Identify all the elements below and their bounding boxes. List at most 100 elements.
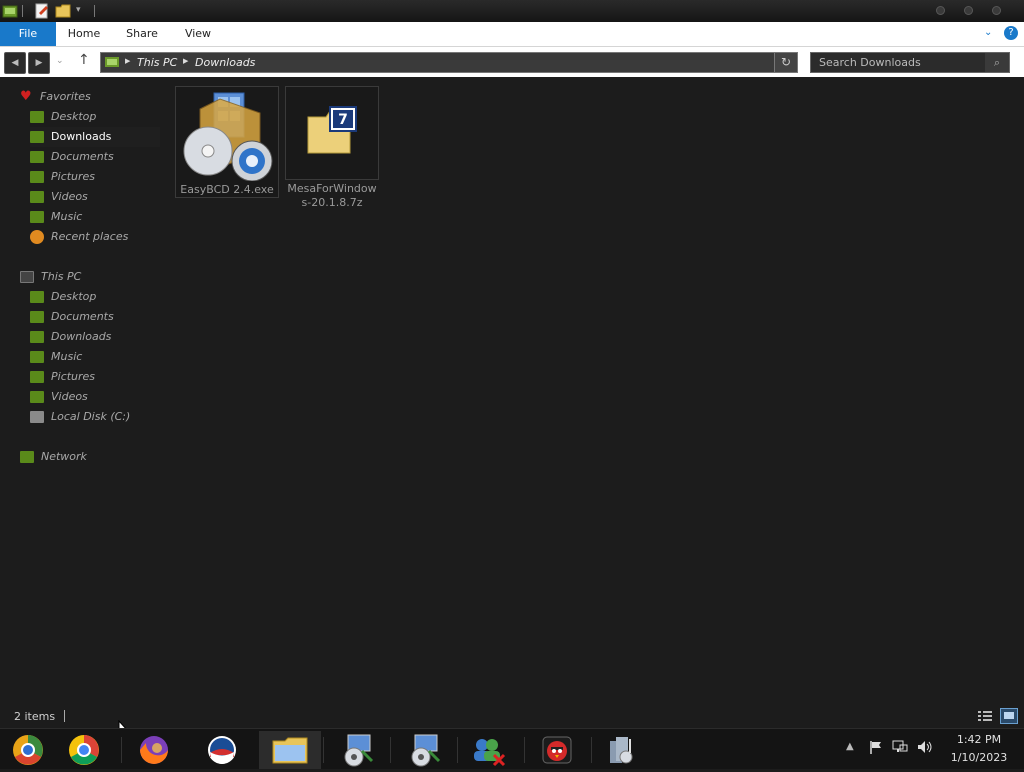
taskbar-angry-birds[interactable] (527, 731, 589, 769)
action-center-flag-icon[interactable] (868, 739, 884, 755)
sidebar-item-music[interactable]: Music (30, 207, 160, 227)
taskbar-obama-logo[interactable] (192, 731, 254, 769)
refresh-button[interactable]: ↻ (774, 52, 798, 73)
tab-home[interactable]: Home (58, 22, 110, 46)
customize-qat-icon[interactable]: ▾ (76, 5, 86, 17)
explorer-app-icon[interactable] (2, 3, 18, 19)
file-name: EasyBCD 2.4.exe (180, 183, 274, 196)
nav-this-pc[interactable]: This PC (20, 267, 160, 287)
taskbar-chrome-canary[interactable] (0, 731, 62, 769)
network-status-icon[interactable] (892, 739, 908, 755)
nav-favorites-label: Favorites (40, 90, 91, 103)
title-bar: ▾ (0, 0, 1024, 22)
large-icons-view-icon[interactable] (1000, 708, 1018, 724)
navigation-pane: ♥ Favorites Desktop Downloads Documents … (0, 86, 160, 476)
sidebar-item-documents[interactable]: Documents (30, 147, 160, 167)
sidebar-item-local-disk[interactable]: Local Disk (C:) (30, 407, 160, 427)
sidebar-item-videos[interactable]: Videos (30, 187, 160, 207)
documents-icon (30, 311, 44, 323)
downloads-icon (30, 331, 44, 343)
sidebar-item-pc-documents[interactable]: Documents (30, 307, 160, 327)
details-view-icon[interactable] (978, 710, 992, 722)
taskbar-installer-2[interactable] (393, 731, 455, 769)
archive-7z-icon: 7 (306, 105, 362, 157)
new-folder-icon[interactable] (55, 3, 71, 19)
taskbar-installer-1[interactable] (326, 731, 388, 769)
volume-icon[interactable] (916, 739, 934, 755)
nav-favorites[interactable]: ♥ Favorites (20, 87, 160, 107)
nav-network[interactable]: Network (20, 447, 160, 467)
up-button[interactable]: ↑ (78, 52, 94, 70)
properties-icon[interactable] (34, 3, 50, 19)
status-bar: 2 items (0, 706, 1024, 728)
tab-view[interactable]: View (172, 22, 224, 46)
drive-icon (30, 411, 44, 423)
file-name-line1: MesaForWindow (287, 182, 377, 195)
taskbar-chrome[interactable] (56, 731, 118, 769)
sidebar-item-desktop[interactable]: Desktop (30, 107, 160, 127)
sidebar-item-label: Recent places (51, 230, 129, 243)
taskbar-firefox[interactable] (126, 731, 188, 769)
sidebar-item-label: Desktop (51, 290, 97, 303)
documents-icon (30, 151, 44, 163)
taskbar-media-tool[interactable] (594, 731, 656, 769)
this-pc-icon (105, 56, 119, 68)
taskbar-divider (323, 737, 324, 763)
item-count: 2 items (14, 710, 56, 723)
tab-file[interactable]: File (0, 22, 56, 46)
sidebar-item-pictures[interactable]: Pictures (30, 167, 160, 187)
sidebar-item-pc-desktop[interactable]: Desktop (30, 287, 160, 307)
help-icon[interactable]: ? (1004, 26, 1018, 40)
taskbar-divider (457, 737, 458, 763)
close-button[interactable] (992, 6, 1001, 15)
network-icon (20, 451, 34, 463)
search-placeholder: Search Downloads (819, 56, 921, 69)
qat-separator (94, 5, 95, 17)
file-item-mesa[interactable]: 7 (285, 86, 379, 180)
desktop-icon (30, 291, 44, 303)
address-bar[interactable]: ▶ This PC ▶ Downloads (100, 52, 798, 73)
search-box[interactable]: Search Downloads ⌕ (810, 52, 1010, 73)
sidebar-item-recent-places[interactable]: Recent places (30, 227, 160, 247)
expand-ribbon-icon[interactable]: ⌄ (984, 27, 996, 39)
sidebar-item-label: Downloads (51, 330, 112, 343)
taskbar-divider (390, 737, 391, 763)
recent-locations-icon[interactable]: ⌄ (56, 56, 68, 68)
taskbar-divider (121, 737, 122, 763)
file-item-easybcd[interactable]: EasyBCD 2.4.exe (175, 86, 279, 198)
address-row: ◀ ▶ ⌄ ↑ ▶ This PC ▶ Downloads ↻ Search D… (0, 47, 1024, 77)
taskbar-file-explorer[interactable] (259, 731, 321, 769)
qat-separator (22, 5, 23, 17)
minimize-button[interactable] (936, 6, 945, 15)
sidebar-item-pc-videos[interactable]: Videos (30, 387, 160, 407)
status-divider (64, 710, 65, 722)
breadcrumb-downloads[interactable]: Downloads (195, 55, 255, 71)
sidebar-item-label: Pictures (51, 370, 96, 383)
nav-network-label: Network (41, 450, 87, 463)
sidebar-item-pc-downloads[interactable]: Downloads (30, 327, 160, 347)
computer-icon (20, 271, 34, 283)
taskbar-users-cross[interactable] (460, 731, 522, 769)
back-button[interactable]: ◀ (4, 52, 26, 74)
sidebar-item-downloads[interactable]: Downloads (30, 127, 160, 147)
heart-icon: ♥ (20, 89, 32, 104)
sidebar-item-pc-pictures[interactable]: Pictures (30, 367, 160, 387)
search-icon[interactable]: ⌕ (985, 53, 1009, 72)
downloads-icon (30, 131, 44, 143)
recent-places-icon (30, 230, 44, 244)
sidebar-item-label: Pictures (51, 170, 96, 183)
clock-time[interactable]: 1:42 PM (944, 733, 1014, 746)
taskbar: ▲ 1:42 PM 1/10/2023 (0, 728, 1024, 769)
show-hidden-icons-icon[interactable]: ▲ (846, 741, 858, 753)
maximize-button[interactable] (964, 6, 973, 15)
taskbar-divider (591, 737, 592, 763)
sidebar-item-label: Desktop (51, 110, 97, 123)
breadcrumb-this-pc[interactable]: This PC (137, 55, 177, 71)
clock-date[interactable]: 1/10/2023 (944, 751, 1014, 764)
forward-button[interactable]: ▶ (28, 52, 50, 74)
sidebar-item-pc-music[interactable]: Music (30, 347, 160, 367)
music-icon (30, 351, 44, 363)
sidebar-item-label: Music (51, 210, 83, 223)
tab-share[interactable]: Share (116, 22, 168, 46)
sidebar-item-label: Documents (51, 310, 114, 323)
